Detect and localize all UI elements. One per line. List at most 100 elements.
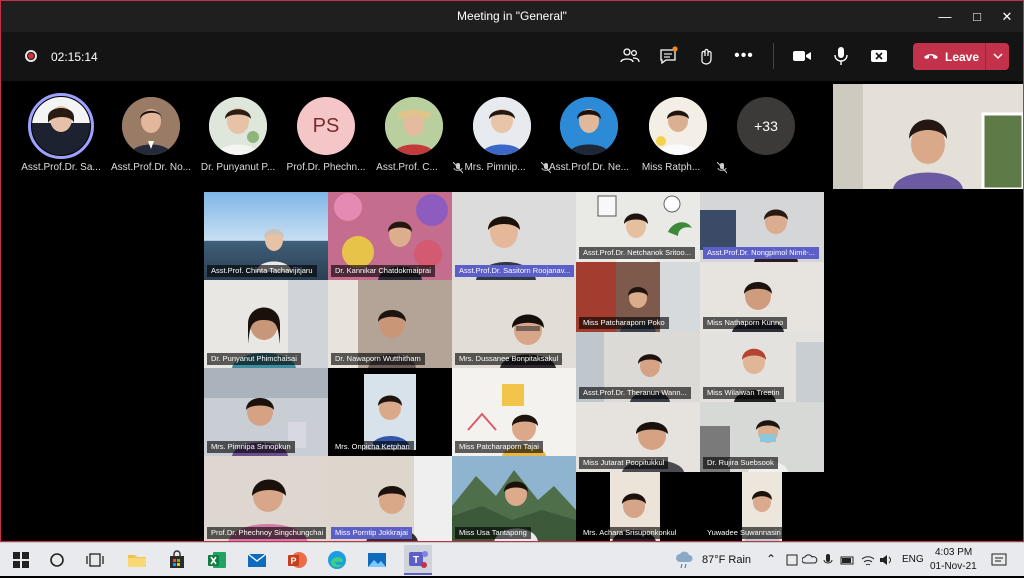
video-tile[interactable]: Asst.Prof. Chinta Tachavijitjaru bbox=[204, 192, 328, 280]
teams-meeting-window: Meeting in "General" — □ ✕ 02:15:14 ••• bbox=[0, 0, 1024, 542]
video-tile[interactable]: Dr. Rujira Suebsook bbox=[700, 402, 824, 472]
video-tile[interactable]: Mrs. Onpicha Ketphan bbox=[328, 368, 452, 456]
weather-icon[interactable] bbox=[676, 549, 694, 571]
svg-text:P: P bbox=[290, 556, 296, 566]
video-tile[interactable]: Miss Patcharaporn Tajai bbox=[452, 368, 576, 456]
video-tile[interactable]: Yuwadee Suwannasiri bbox=[700, 472, 824, 541]
participant-label: Prof.Dr. Phechnoy Singchungchai bbox=[207, 527, 327, 539]
video-tile[interactable]: Miss Usa Tantapong bbox=[452, 456, 576, 541]
participant-label: Dr. Nawaporn Wutthitham bbox=[331, 353, 425, 365]
stop-sharing-icon[interactable] bbox=[868, 45, 890, 67]
chevron-up-icon[interactable]: ⌃ bbox=[766, 552, 776, 566]
video-tile[interactable]: Dr. Nawaporn Wutthitham bbox=[328, 280, 452, 368]
participant-avatar-6[interactable]: Mrs. Pimnip... bbox=[459, 95, 551, 185]
windows-taskbar: P T 87°F Rain ⌃ ENG 4:03 PM 01-Nov-21 bbox=[0, 542, 1024, 576]
photos-icon[interactable] bbox=[366, 549, 388, 571]
avatar bbox=[122, 97, 180, 155]
chevron-down-icon[interactable] bbox=[992, 48, 1004, 67]
camera-icon[interactable] bbox=[791, 45, 813, 67]
video-tile[interactable]: Asst.Prof.Dr. Theranun Wann... bbox=[576, 332, 700, 402]
video-tile[interactable]: Miss Wilaiwan Treetin bbox=[700, 332, 824, 402]
chat-icon[interactable] bbox=[657, 45, 679, 67]
input-language[interactable]: ENG bbox=[902, 554, 924, 565]
excel-icon[interactable] bbox=[206, 549, 228, 571]
video-tile[interactable]: Mrs. Dussanee Bonpitaksakul bbox=[452, 280, 576, 368]
video-tile[interactable]: Miss Jutarat Poopitukkul bbox=[576, 402, 700, 472]
participant-name: Dr. Punyanut P... bbox=[200, 162, 276, 173]
avatar bbox=[209, 97, 267, 155]
participant-label: Asst.Prof.Dr. Theranun Wann... bbox=[579, 387, 691, 399]
overflow-count: +33 bbox=[737, 97, 795, 155]
task-view-icon[interactable] bbox=[84, 549, 106, 571]
participant-label: Mrs. Onpicha Ketphan bbox=[331, 441, 414, 453]
meeting-timer: 02:15:14 bbox=[51, 50, 98, 64]
more-participants-button[interactable]: +33 bbox=[723, 95, 809, 185]
video-tile[interactable]: Asst.Prof.Dr. Netchanok Sritoo... bbox=[576, 192, 700, 262]
video-tile[interactable]: Dr. Kannikar Chatdokmaiprai bbox=[328, 192, 452, 280]
volume-icon[interactable] bbox=[878, 549, 894, 571]
video-tile[interactable]: Asst.Prof.Dr. Nongpimol Nimit-... bbox=[700, 192, 824, 262]
video-tile[interactable]: Asst.Prof.Dr. Sasitorn Roojanav... bbox=[452, 192, 576, 280]
window-title: Meeting in "General" bbox=[457, 9, 567, 23]
store-icon[interactable] bbox=[166, 549, 188, 571]
battery-icon[interactable] bbox=[840, 549, 856, 571]
edge-browser-icon[interactable] bbox=[326, 549, 348, 571]
participant-label: Miss Wilaiwan Treetin bbox=[703, 387, 784, 399]
avatar bbox=[473, 97, 531, 155]
powerpoint-icon[interactable]: P bbox=[286, 549, 308, 571]
leave-divider bbox=[985, 43, 986, 70]
microphone-icon[interactable] bbox=[830, 45, 852, 67]
video-tile[interactable]: Mrs. Pimnipa Srinopkun bbox=[204, 368, 328, 456]
participant-name: Mrs. Pimnip... bbox=[464, 162, 526, 173]
participant-label: Asst.Prof.Dr. Nongpimol Nimit-... bbox=[703, 247, 819, 259]
video-tile[interactable]: Prof.Dr. Phechnoy Singchungchai bbox=[204, 456, 328, 541]
video-tile[interactable]: Miss Nathaporn Kunno bbox=[700, 262, 824, 332]
participant-label: Miss Jutarat Poopitukkul bbox=[579, 457, 669, 469]
hang-up-icon bbox=[923, 49, 939, 66]
participants-icon[interactable] bbox=[619, 45, 641, 67]
participant-label: Miss Porntip Jokkrajai bbox=[331, 527, 412, 539]
minimize-button[interactable]: — bbox=[935, 7, 955, 27]
weather-text[interactable]: 87°F Rain bbox=[702, 554, 751, 566]
video-tile[interactable]: Miss Porntip Jokkrajai bbox=[328, 456, 452, 541]
self-view-video bbox=[833, 84, 1023, 189]
participant-label: Dr. Punyanut Phimchaisai bbox=[207, 353, 301, 365]
teams-icon[interactable]: T bbox=[404, 545, 432, 575]
participant-avatar-8[interactable]: Miss Ratph... bbox=[635, 95, 727, 185]
avatar bbox=[649, 97, 707, 155]
maximize-button[interactable]: □ bbox=[967, 7, 987, 27]
participant-avatar-5[interactable]: Asst.Prof. C... bbox=[371, 95, 463, 185]
participant-avatar-3[interactable]: Dr. Punyanut P... bbox=[195, 95, 281, 185]
video-tile[interactable]: Dr. Punyanut Phimchaisai bbox=[204, 280, 328, 368]
search-icon[interactable] bbox=[46, 549, 68, 571]
participant-avatar-1[interactable]: Asst.Prof.Dr. Sa... bbox=[18, 93, 104, 185]
meeting-toolbar: 02:15:14 ••• Leave bbox=[1, 32, 1023, 81]
participant-label: Miss Patcharaporn Tajai bbox=[455, 441, 543, 453]
more-actions-icon[interactable]: ••• bbox=[733, 45, 755, 67]
clock-time[interactable]: 4:03 PM bbox=[935, 547, 972, 558]
mail-icon[interactable] bbox=[246, 549, 268, 571]
close-window-button[interactable]: ✕ bbox=[997, 7, 1017, 27]
onedrive-icon[interactable] bbox=[801, 549, 818, 571]
video-tile[interactable]: Mrs. Achara Srisuponkonkul bbox=[576, 472, 700, 541]
mic-tray-icon[interactable] bbox=[820, 549, 836, 571]
svg-text:T: T bbox=[413, 555, 419, 566]
leave-label: Leave bbox=[945, 50, 980, 64]
wifi-icon[interactable] bbox=[860, 549, 876, 571]
notifications-icon[interactable] bbox=[990, 549, 1008, 571]
video-tile[interactable]: Miss Patcharaporn Poko bbox=[576, 262, 700, 332]
reactions-icon[interactable] bbox=[695, 45, 717, 67]
participant-name: Miss Ratph... bbox=[641, 162, 701, 173]
avatar bbox=[385, 97, 443, 155]
participant-label: Miss Patcharaporn Poko bbox=[579, 317, 669, 329]
participant-name: Asst.Prof. C... bbox=[376, 162, 438, 173]
participant-avatar-7[interactable]: Asst.Prof.Dr. Ne... bbox=[546, 95, 632, 185]
clock-date[interactable]: 01-Nov-21 bbox=[930, 561, 977, 572]
file-explorer-icon[interactable] bbox=[126, 549, 148, 571]
windows-start-icon[interactable] bbox=[10, 549, 32, 571]
participant-label: Mrs. Dussanee Bonpitaksakul bbox=[455, 353, 563, 365]
leave-button[interactable]: Leave bbox=[913, 43, 1009, 70]
participant-avatar-4[interactable]: PS Prof.Dr. Phechn... bbox=[283, 95, 369, 185]
network-device-icon[interactable] bbox=[784, 549, 800, 571]
participant-avatar-2[interactable]: Asst.Prof.Dr. No... bbox=[108, 95, 194, 185]
